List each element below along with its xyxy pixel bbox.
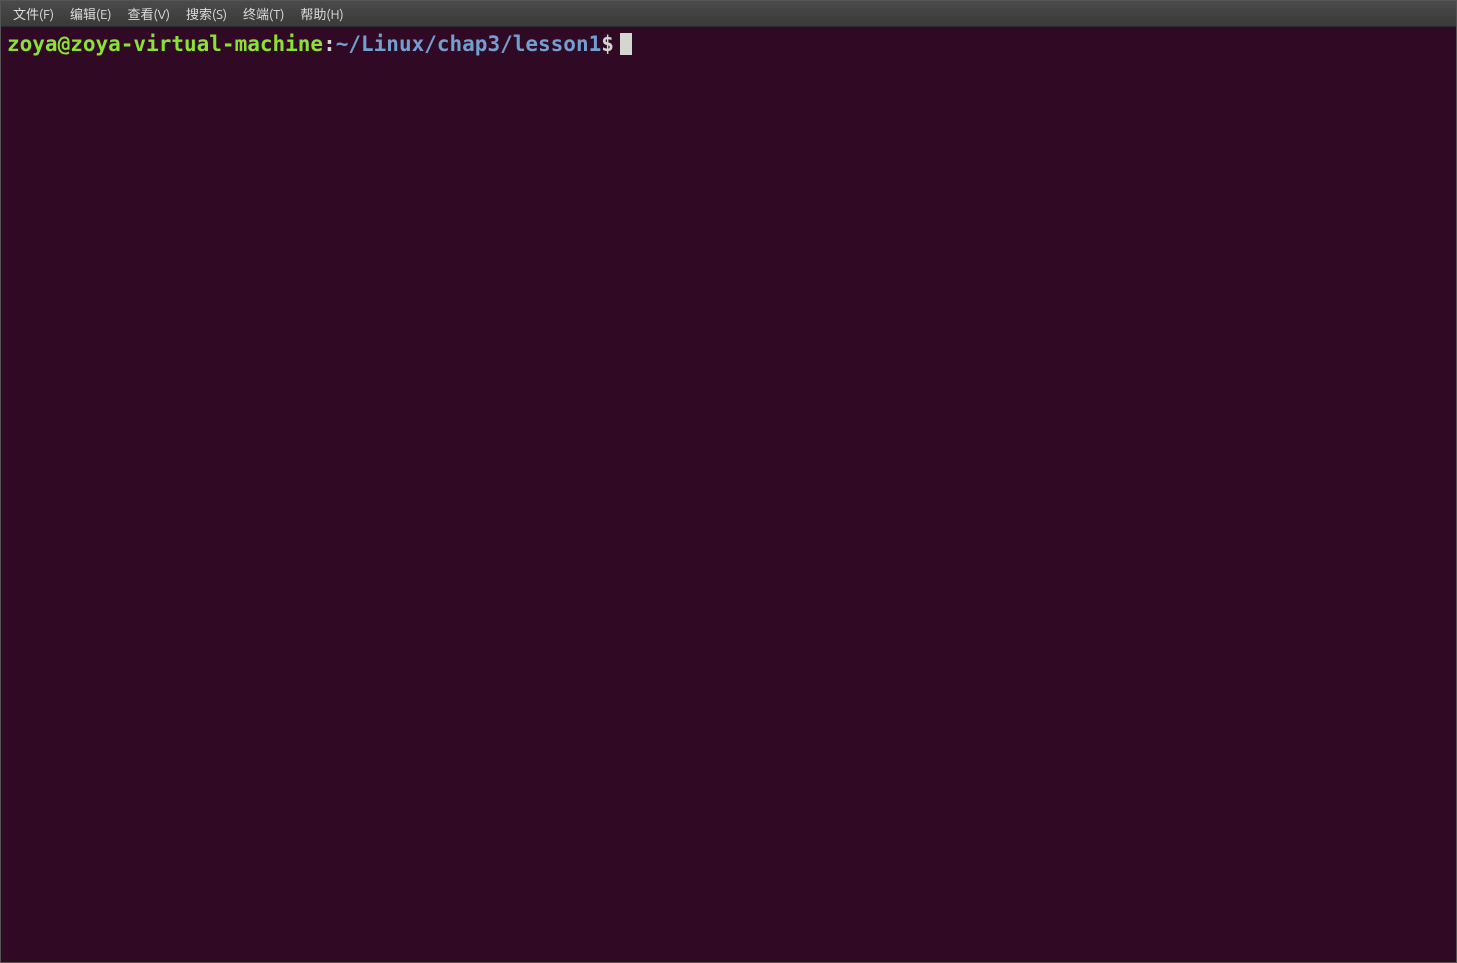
- prompt-line: zoya@zoya-virtual-machine:~/Linux/chap3/…: [7, 31, 1450, 57]
- menu-file[interactable]: 文件(F): [5, 1, 62, 26]
- prompt-path: ~/Linux/chap3/lesson1: [336, 31, 602, 57]
- menu-search[interactable]: 搜索(S): [178, 1, 235, 26]
- menu-terminal[interactable]: 终端(T): [235, 1, 292, 26]
- prompt-colon: :: [323, 31, 336, 57]
- menu-view[interactable]: 查看(V): [120, 1, 178, 26]
- terminal-cursor: [620, 33, 632, 55]
- menu-bar: 文件(F) 编辑(E) 查看(V) 搜索(S) 终端(T) 帮助(H): [1, 1, 1456, 27]
- prompt-user-host: zoya@zoya-virtual-machine: [7, 31, 323, 57]
- prompt-dollar: $: [601, 31, 614, 57]
- terminal-area[interactable]: zoya@zoya-virtual-machine:~/Linux/chap3/…: [1, 27, 1456, 962]
- menu-help[interactable]: 帮助(H): [292, 1, 351, 26]
- menu-edit[interactable]: 编辑(E): [62, 1, 119, 26]
